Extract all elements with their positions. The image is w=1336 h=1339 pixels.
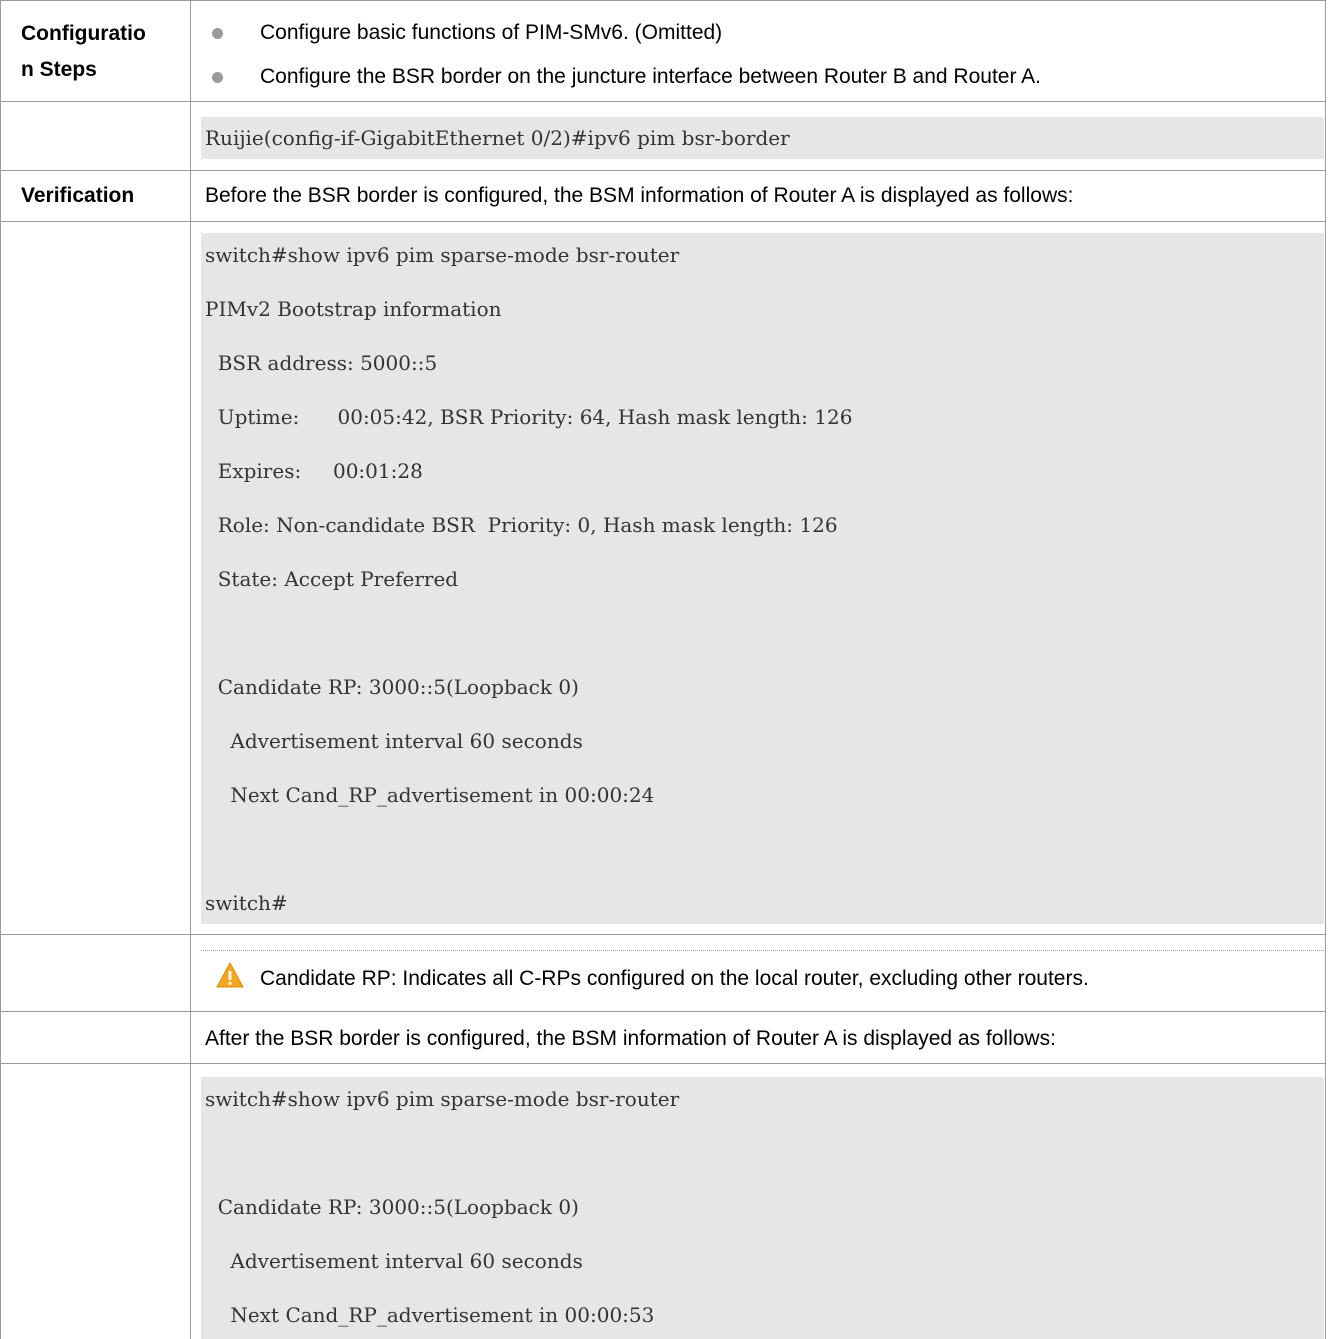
code-line: Role: Non-candidate BSR Priority: 0, Has… bbox=[205, 513, 838, 537]
code-block-command: Ruijie(config-if-GigabitEthernet 0/2)#ip… bbox=[201, 117, 1324, 159]
row-label-line: Configuratio bbox=[21, 22, 146, 45]
code-line: Next Cand_RP_advertisement in 00:00:53 bbox=[205, 1303, 655, 1327]
row-label-verification: Verification bbox=[21, 184, 135, 207]
code-line: Uptime: 00:05:42, BSR Priority: 64, Hash… bbox=[205, 405, 853, 429]
warning-icon bbox=[216, 961, 244, 989]
bullet-icon bbox=[212, 28, 223, 39]
bullet-item: Configure basic functions of PIM-SMv6. (… bbox=[260, 21, 723, 44]
row-border bbox=[0, 101, 1325, 102]
bullet-icon bbox=[212, 72, 223, 83]
table-left-border bbox=[0, 0, 1, 1339]
code-line: switch#show ipv6 pim sparse-mode bsr-rou… bbox=[205, 243, 680, 267]
note-divider bbox=[201, 950, 1324, 951]
row-label-configuration-steps: Configuratio n Steps bbox=[21, 16, 146, 88]
code-block-after: switch#show ipv6 pim sparse-mode bsr-rou… bbox=[201, 1077, 1324, 1339]
code-line: switch# bbox=[205, 891, 288, 915]
code-line: Advertisement interval 60 seconds bbox=[205, 729, 583, 753]
bullet-item: Configure the BSR border on the juncture… bbox=[260, 65, 1041, 88]
code-line: State: Accept Preferred bbox=[205, 567, 459, 591]
row-border bbox=[0, 170, 1325, 171]
code-line: Candidate RP: 3000::5(Loopback 0) bbox=[205, 675, 579, 699]
code-line: Ruijie(config-if-GigabitEthernet 0/2)#ip… bbox=[205, 126, 790, 150]
table-right-border bbox=[1325, 0, 1326, 1339]
code-line: PIMv2 Bootstrap information bbox=[205, 297, 502, 321]
code-line: switch#show ipv6 pim sparse-mode bsr-rou… bbox=[205, 1087, 680, 1111]
row-border bbox=[0, 0, 1325, 1]
row-border bbox=[0, 934, 1325, 935]
code-line: BSR address: 5000::5 bbox=[205, 351, 438, 375]
document-table: Configuratio n Steps Configure basic fun… bbox=[0, 0, 1336, 1339]
verification-text: Before the BSR border is configured, the… bbox=[205, 184, 1074, 207]
note-text: Candidate RP: Indicates all C-RPs config… bbox=[260, 967, 1089, 990]
row-label-line: n Steps bbox=[21, 58, 97, 81]
code-line: Candidate RP: 3000::5(Loopback 0) bbox=[205, 1195, 579, 1219]
row-border bbox=[0, 1011, 1325, 1012]
table-column-divider bbox=[190, 0, 191, 1339]
code-block-before: switch#show ipv6 pim sparse-mode bsr-rou… bbox=[201, 233, 1324, 924]
after-text: After the BSR border is configured, the … bbox=[205, 1027, 1056, 1050]
row-border bbox=[0, 221, 1325, 222]
code-line: Next Cand_RP_advertisement in 00:00:24 bbox=[205, 783, 655, 807]
code-line: Expires: 00:01:28 bbox=[205, 459, 423, 483]
row-border bbox=[0, 1063, 1325, 1064]
code-line: Advertisement interval 60 seconds bbox=[205, 1249, 583, 1273]
